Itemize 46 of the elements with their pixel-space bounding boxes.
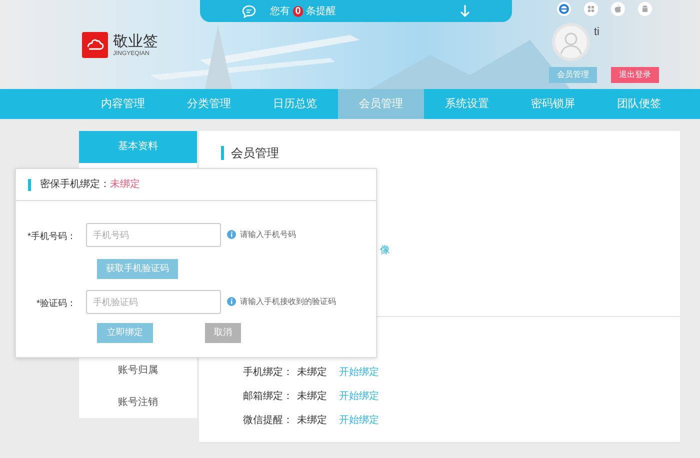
header-button[interactable]: 退出登录 (611, 67, 659, 83)
bind-link[interactable]: 开始绑定 (339, 388, 379, 404)
field-hint: 请输入手机号码 (240, 228, 296, 240)
popup-button[interactable]: 取消 (205, 323, 241, 343)
notice-text: 您有 0 条提醒 (270, 4, 336, 18)
nav-tab[interactable]: 系统设置 (424, 89, 510, 119)
field-label: *验证码： (36, 298, 76, 308)
bind-link[interactable]: 开始绑定 (339, 364, 379, 380)
binding-status: 未绑定 (296, 366, 328, 380)
nav-tab[interactable]: 日历总览 (252, 89, 338, 119)
nav-tab[interactable]: 分类管理 (166, 89, 252, 119)
popup-title: 密保手机绑定： (40, 178, 110, 192)
binding-label: 邮箱绑定： (243, 390, 294, 404)
nav-tab[interactable]: 密码锁屏 (510, 89, 596, 119)
binding-status: 未绑定 (296, 414, 328, 428)
binding-label: 微信提醒： (243, 414, 294, 428)
get-code-button[interactable]: 获取手机验证码 (97, 258, 178, 279)
brand-name: 敬业签 (113, 32, 158, 50)
nav-tab[interactable]: 团队便签 (596, 89, 682, 119)
sidebar-item[interactable]: 账号注销 (79, 386, 197, 418)
input-field[interactable]: 手机号码 (86, 222, 221, 246)
down-arrow-icon[interactable] (460, 5, 470, 17)
user-name: ti (594, 25, 600, 40)
count-badge: 0 (293, 6, 303, 16)
panel-title: 会员管理 (231, 144, 279, 162)
binding-label: 手机绑定： (243, 366, 294, 380)
bind-link[interactable]: 开始绑定 (339, 412, 379, 428)
input-field[interactable]: 手机验证码 (86, 290, 221, 314)
logo-icon (82, 32, 108, 58)
popup-button[interactable]: 立即绑定 (97, 323, 153, 343)
header-button[interactable]: 会员管理 (549, 67, 597, 83)
chat-bubble-icon (242, 4, 256, 18)
windows-icon[interactable] (585, 3, 597, 15)
browser-icon[interactable] (558, 3, 570, 15)
info-icon (227, 297, 236, 306)
nav-tab[interactable]: 会员管理 (338, 89, 424, 119)
field-label: *手机号码： (27, 230, 76, 240)
field-hint: 请输入手机接收到的验证码 (240, 296, 336, 308)
sidebar-item[interactable]: 基本资料 (79, 131, 197, 163)
upload-link[interactable]: 像 (380, 244, 390, 256)
binding-status: 未绑定 (110, 178, 140, 192)
info-icon (227, 230, 236, 239)
binding-status: 未绑定 (296, 390, 328, 404)
sidebar-item[interactable]: 账号归属 (79, 354, 197, 386)
nav-tab[interactable]: 内容管理 (80, 89, 166, 119)
apple-icon[interactable] (612, 3, 624, 15)
